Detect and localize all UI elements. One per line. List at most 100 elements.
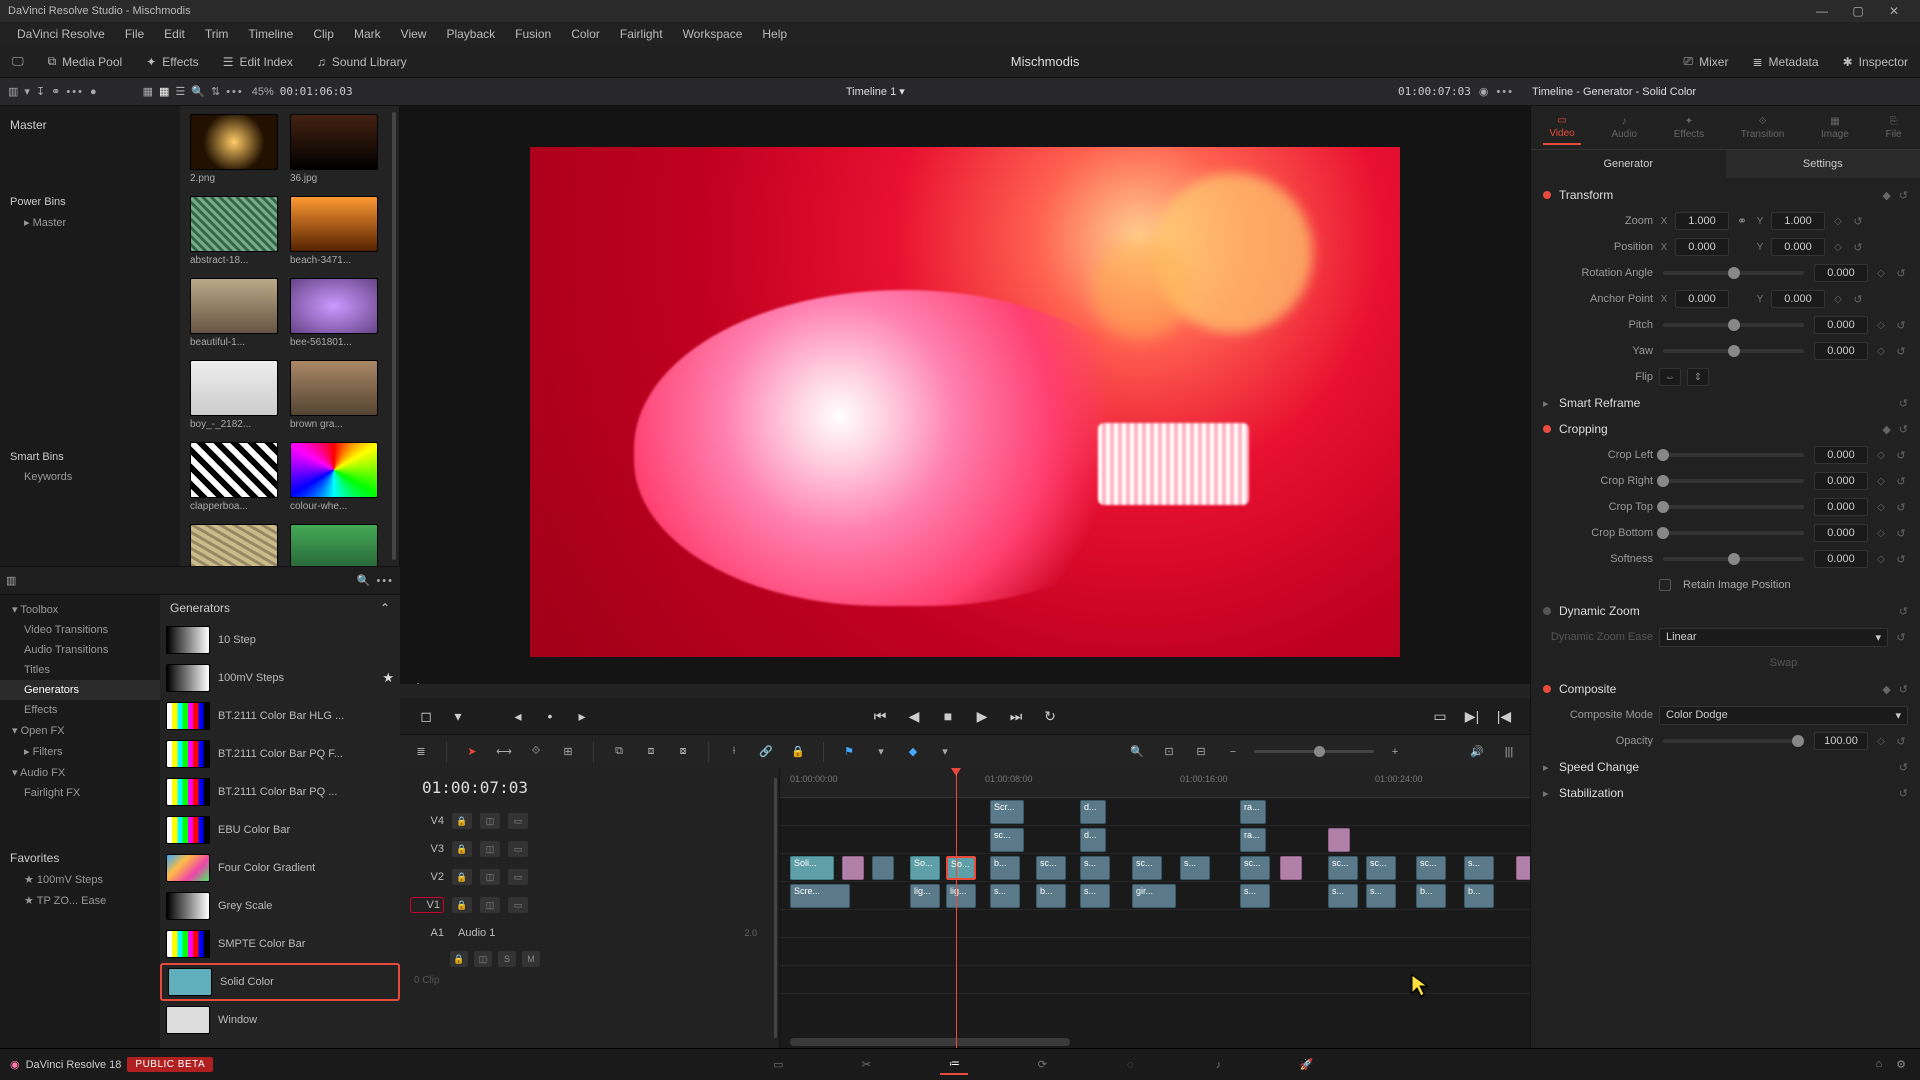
smart-bin-keywords[interactable]: Keywords bbox=[0, 467, 180, 487]
generator-item[interactable]: 10 Step bbox=[160, 621, 400, 659]
reset-icon[interactable]: ↺ bbox=[1894, 631, 1908, 644]
play-button[interactable]: ▶ bbox=[970, 704, 994, 728]
inspector-subtab-generator[interactable]: Generator bbox=[1531, 150, 1726, 178]
mixer-button[interactable]: ⎚Mixer bbox=[1672, 50, 1741, 73]
generator-item[interactable]: BT.2111 Color Bar PQ ... bbox=[160, 773, 400, 811]
crop-left-slider[interactable] bbox=[1663, 453, 1804, 457]
menu-edit[interactable]: Edit bbox=[155, 24, 194, 44]
reset-icon[interactable]: ↺ bbox=[1899, 761, 1908, 774]
menu-help[interactable]: Help bbox=[753, 24, 796, 44]
timeline-clip[interactable]: So... bbox=[910, 856, 940, 880]
reset-icon[interactable]: ↺ bbox=[1899, 189, 1908, 202]
media-clip[interactable]: brown gra... bbox=[288, 360, 380, 438]
timeline-clip[interactable]: s... bbox=[1240, 884, 1270, 908]
star-icon[interactable]: ★ bbox=[382, 670, 394, 686]
page-edit[interactable]: ≔ bbox=[940, 1055, 968, 1075]
keyframe-icon[interactable]: ◇ bbox=[1831, 294, 1845, 305]
more-media-icon[interactable]: ••• bbox=[226, 86, 244, 98]
fxtree-video-transitions[interactable]: Video Transitions bbox=[0, 620, 160, 640]
sound-library-button[interactable]: ♫Sound Library bbox=[305, 51, 419, 73]
generator-item[interactable]: BT.2111 Color Bar PQ F... bbox=[160, 735, 400, 773]
inspector-tab-effects[interactable]: ✦Effects bbox=[1668, 112, 1710, 144]
chevron-down-icon[interactable]: ▾ bbox=[446, 704, 470, 728]
fxtree-effects[interactable]: Effects bbox=[0, 700, 160, 720]
thumb-view-icon[interactable]: ▦ bbox=[159, 85, 169, 98]
pitch-input[interactable]: 0.000 bbox=[1814, 316, 1868, 334]
fxtree-filters[interactable]: ▸ Filters bbox=[0, 741, 160, 762]
media-clip[interactable]: boy_-_2182... bbox=[188, 360, 280, 438]
minimize-button[interactable]: — bbox=[1804, 4, 1840, 18]
timeline-track[interactable]: Scr...d...ra... bbox=[780, 798, 1530, 826]
menu-clip[interactable]: Clip bbox=[304, 24, 343, 44]
fx-panel-icon[interactable]: ▥ bbox=[6, 574, 16, 587]
generator-item[interactable]: SMPTE Color Bar bbox=[160, 925, 400, 963]
track-v4-label[interactable]: V4 bbox=[410, 815, 444, 827]
track-v2-label[interactable]: V2 bbox=[410, 871, 444, 883]
timeline-clip[interactable]: lig... bbox=[946, 884, 976, 908]
edit-index-button[interactable]: ☰Edit Index bbox=[211, 51, 305, 73]
mute-button[interactable]: M bbox=[522, 951, 540, 967]
timeline-clip[interactable]: s... bbox=[1080, 884, 1110, 908]
page-fairlight[interactable]: ♪ bbox=[1204, 1055, 1232, 1075]
timeline-clip[interactable]: s... bbox=[990, 884, 1020, 908]
pos-y-input[interactable]: 0.000 bbox=[1771, 238, 1825, 256]
fxtree-audiofx[interactable]: ▾ Audio FX bbox=[0, 762, 160, 783]
match-frame-icon[interactable]: ▭ bbox=[1428, 704, 1452, 728]
page-deliver[interactable]: 🚀 bbox=[1292, 1055, 1320, 1075]
section-stabilization[interactable]: Stabilization bbox=[1559, 786, 1891, 800]
softness-input[interactable]: 0.000 bbox=[1814, 550, 1868, 568]
lock-icon[interactable]: 🔒 bbox=[452, 813, 472, 829]
keyframe-icon[interactable]: ◇ bbox=[1874, 346, 1888, 357]
timeline-clip[interactable] bbox=[842, 856, 864, 880]
softness-slider[interactable] bbox=[1663, 557, 1804, 561]
fxtree-fairlightfx[interactable]: Fairlight FX bbox=[0, 783, 160, 803]
metadata-view-icon[interactable]: ▦ bbox=[143, 85, 153, 98]
timeline-clip[interactable]: sc... bbox=[1366, 856, 1396, 880]
crop-top-slider[interactable] bbox=[1663, 505, 1804, 509]
viewer-canvas[interactable]: ▶| bbox=[400, 106, 1530, 698]
disable-icon[interactable]: ▭ bbox=[508, 897, 528, 913]
section-speed-change[interactable]: Speed Change bbox=[1559, 760, 1891, 774]
timeline-clip[interactable]: lig... bbox=[910, 884, 940, 908]
fx-more-icon[interactable]: ••• bbox=[376, 575, 394, 587]
maximize-button[interactable]: ▢ bbox=[1840, 4, 1876, 18]
chevron-down-icon[interactable]: ▾ bbox=[934, 741, 956, 763]
fxtree-audio-transitions[interactable]: Audio Transitions bbox=[0, 640, 160, 660]
pitch-slider[interactable] bbox=[1663, 323, 1804, 327]
keyframe-icon[interactable]: ◇ bbox=[1874, 502, 1888, 513]
timeline-clip[interactable]: sc... bbox=[1132, 856, 1162, 880]
generator-item[interactable]: Four Color Gradient bbox=[160, 849, 400, 887]
media-pool-button[interactable]: ⧉Media Pool bbox=[36, 50, 135, 73]
rec-dot-icon[interactable]: ● bbox=[90, 86, 97, 98]
lock-icon[interactable]: 🔒 bbox=[452, 869, 472, 885]
stop-button[interactable]: ■ bbox=[936, 704, 960, 728]
media-clip[interactable]: desert-471... bbox=[188, 524, 280, 566]
keyframe-icon[interactable]: ◇ bbox=[1831, 242, 1845, 253]
timeline-clip[interactable]: Scre... bbox=[790, 884, 850, 908]
crop-right-slider[interactable] bbox=[1663, 479, 1804, 483]
fxtree-toolbox[interactable]: ▾ Toolbox bbox=[0, 599, 160, 620]
timeline-clip[interactable] bbox=[872, 856, 894, 880]
timeline-clip[interactable]: Scr... bbox=[990, 800, 1024, 824]
inspector-subtab-settings[interactable]: Settings bbox=[1726, 150, 1920, 178]
timeline-clip[interactable] bbox=[1516, 856, 1530, 880]
section-smart-reframe[interactable]: Smart Reframe bbox=[1559, 396, 1891, 410]
timeline-clip[interactable]: sc... bbox=[1240, 856, 1270, 880]
auto-select-icon[interactable]: ◫ bbox=[480, 869, 500, 885]
list-view-icon[interactable]: ☰ bbox=[175, 85, 185, 98]
keyframe-icon[interactable]: ◇ bbox=[1831, 216, 1845, 227]
timeline-track[interactable]: Scre...lig...lig...s...b...s...gir...s..… bbox=[780, 882, 1530, 910]
audio-toggle-icon[interactable]: 🔊 bbox=[1466, 741, 1488, 763]
timeline-clip[interactable]: s... bbox=[1180, 856, 1210, 880]
section-composite[interactable]: Composite bbox=[1559, 682, 1874, 696]
timeline-clip[interactable]: b... bbox=[990, 856, 1020, 880]
generator-item[interactable]: EBU Color Bar bbox=[160, 811, 400, 849]
zoom-custom-icon[interactable]: ⊟ bbox=[1190, 741, 1212, 763]
fav-item-0[interactable]: ★ 100mV Steps bbox=[0, 869, 160, 890]
inout-icon[interactable]: ◻ bbox=[414, 704, 438, 728]
rotation-input[interactable]: 0.000 bbox=[1814, 264, 1868, 282]
menu-view[interactable]: View bbox=[392, 24, 436, 44]
zoom-out-icon[interactable]: − bbox=[1222, 741, 1244, 763]
timeline-clip[interactable]: d... bbox=[1080, 800, 1106, 824]
media-clip[interactable]: abstract-18... bbox=[188, 196, 280, 274]
